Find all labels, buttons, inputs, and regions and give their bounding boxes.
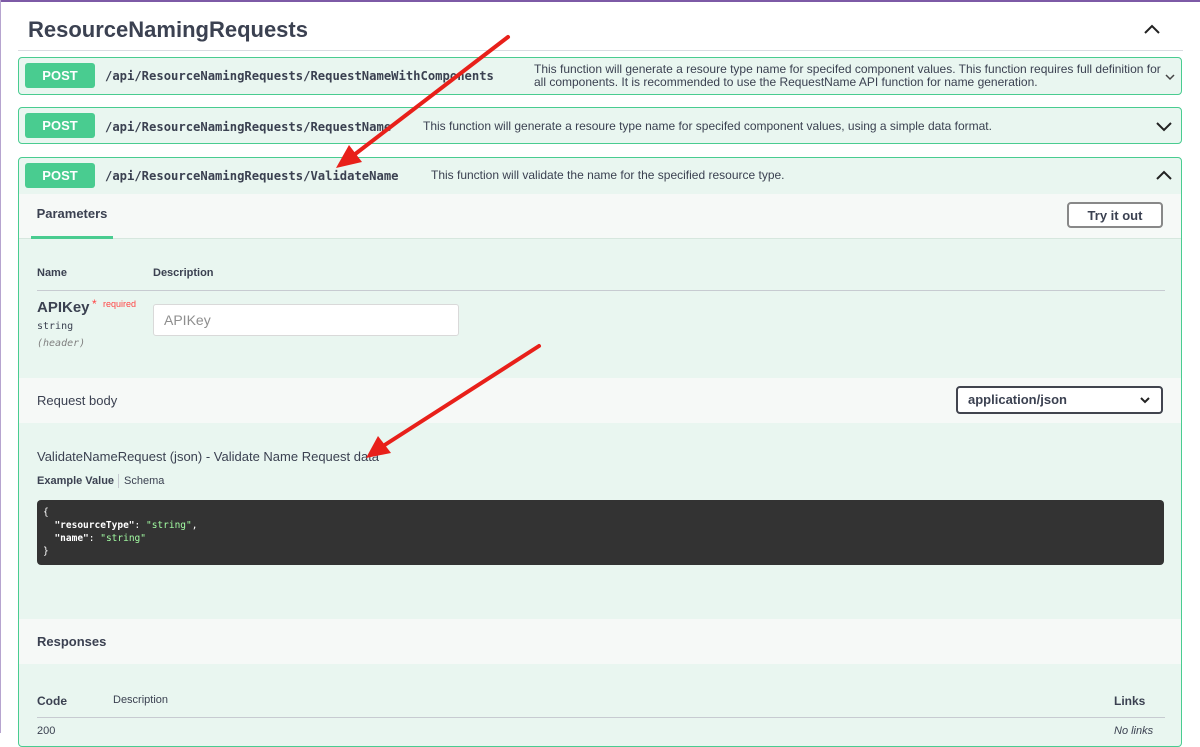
json-key: "resourceType" bbox=[54, 520, 135, 531]
json-brace: { bbox=[43, 507, 49, 518]
request-model-title: ValidateNameRequest (json) - Validate Na… bbox=[37, 449, 380, 464]
endpoint-path: /api/ResourceNamingRequests/RequestName bbox=[105, 120, 392, 134]
column-header-name: Name bbox=[37, 267, 67, 279]
tab-schema[interactable]: Schema bbox=[124, 475, 164, 487]
response-code: 200 bbox=[37, 725, 56, 737]
chevron-down-icon bbox=[1140, 397, 1150, 404]
apikey-input[interactable] bbox=[153, 304, 459, 336]
endpoint-description: This function will validate the name for… bbox=[431, 168, 785, 182]
method-badge-post: POST bbox=[25, 163, 95, 188]
responses-header: Responses bbox=[19, 619, 1181, 664]
endpoint-path: /api/ResourceNamingRequests/ValidateName bbox=[105, 169, 399, 183]
content-type-select[interactable]: application/json bbox=[956, 386, 1163, 414]
chevron-up-icon[interactable] bbox=[1155, 167, 1173, 183]
divider bbox=[37, 290, 1165, 291]
endpoint-path: /api/ResourceNamingRequests/RequestNameW… bbox=[105, 69, 494, 83]
endpoint-description: This function will generate a resoure ty… bbox=[534, 62, 1161, 89]
section-title: ResourceNamingRequests bbox=[28, 17, 308, 42]
response-links: No links bbox=[1114, 725, 1154, 737]
opblock-summary[interactable]: POST /api/ResourceNamingRequests/Validat… bbox=[19, 158, 1181, 194]
request-body-header: Request body application/json bbox=[19, 378, 1181, 423]
required-label: required bbox=[103, 299, 137, 309]
chevron-down-icon[interactable] bbox=[1164, 72, 1176, 82]
json-value: "string" bbox=[100, 533, 146, 544]
method-badge-post: POST bbox=[25, 113, 95, 138]
chevron-up-icon[interactable] bbox=[1141, 18, 1163, 40]
column-header-description: Description bbox=[153, 267, 214, 279]
parameter-location: (header) bbox=[37, 338, 86, 349]
parameter-type: string bbox=[37, 321, 74, 332]
opblock-request-name[interactable]: POST /api/ResourceNamingRequests/Request… bbox=[18, 107, 1182, 144]
request-body-label: Request body bbox=[37, 393, 118, 408]
json-key: "name" bbox=[54, 533, 89, 544]
example-json-code: { "resourceType": "string", "name": "str… bbox=[37, 500, 1164, 565]
required-marker: * bbox=[92, 297, 97, 311]
responses-description-column: Description bbox=[113, 694, 169, 706]
method-badge-post: POST bbox=[25, 63, 95, 88]
content-type-value: application/json bbox=[968, 392, 1067, 407]
parameters-header: Parameters Try it out bbox=[19, 194, 1181, 239]
window-top-accent bbox=[0, 0, 1200, 2]
chevron-down-icon[interactable] bbox=[1155, 118, 1173, 134]
tab-divider bbox=[118, 474, 119, 488]
responses-links-column: Links bbox=[1114, 694, 1146, 708]
endpoint-description: This function will generate a resoure ty… bbox=[423, 119, 992, 133]
opblock-validate-name: POST /api/ResourceNamingRequests/Validat… bbox=[18, 157, 1182, 747]
json-brace: } bbox=[43, 546, 49, 557]
responses-title: Responses bbox=[37, 634, 107, 649]
window-left-border bbox=[0, 0, 1, 733]
responses-code-column: Code bbox=[37, 694, 67, 708]
tab-example-value[interactable]: Example Value bbox=[37, 475, 114, 487]
tab-parameters[interactable]: Parameters bbox=[31, 194, 113, 239]
try-it-out-button[interactable]: Try it out bbox=[1067, 202, 1163, 228]
section-header[interactable]: ResourceNamingRequests bbox=[18, 8, 1183, 51]
opblock-request-name-with-components[interactable]: POST /api/ResourceNamingRequests/Request… bbox=[18, 57, 1182, 95]
parameter-name: APIKey bbox=[37, 299, 90, 316]
json-value: "string" bbox=[145, 520, 192, 531]
divider bbox=[37, 717, 1165, 718]
